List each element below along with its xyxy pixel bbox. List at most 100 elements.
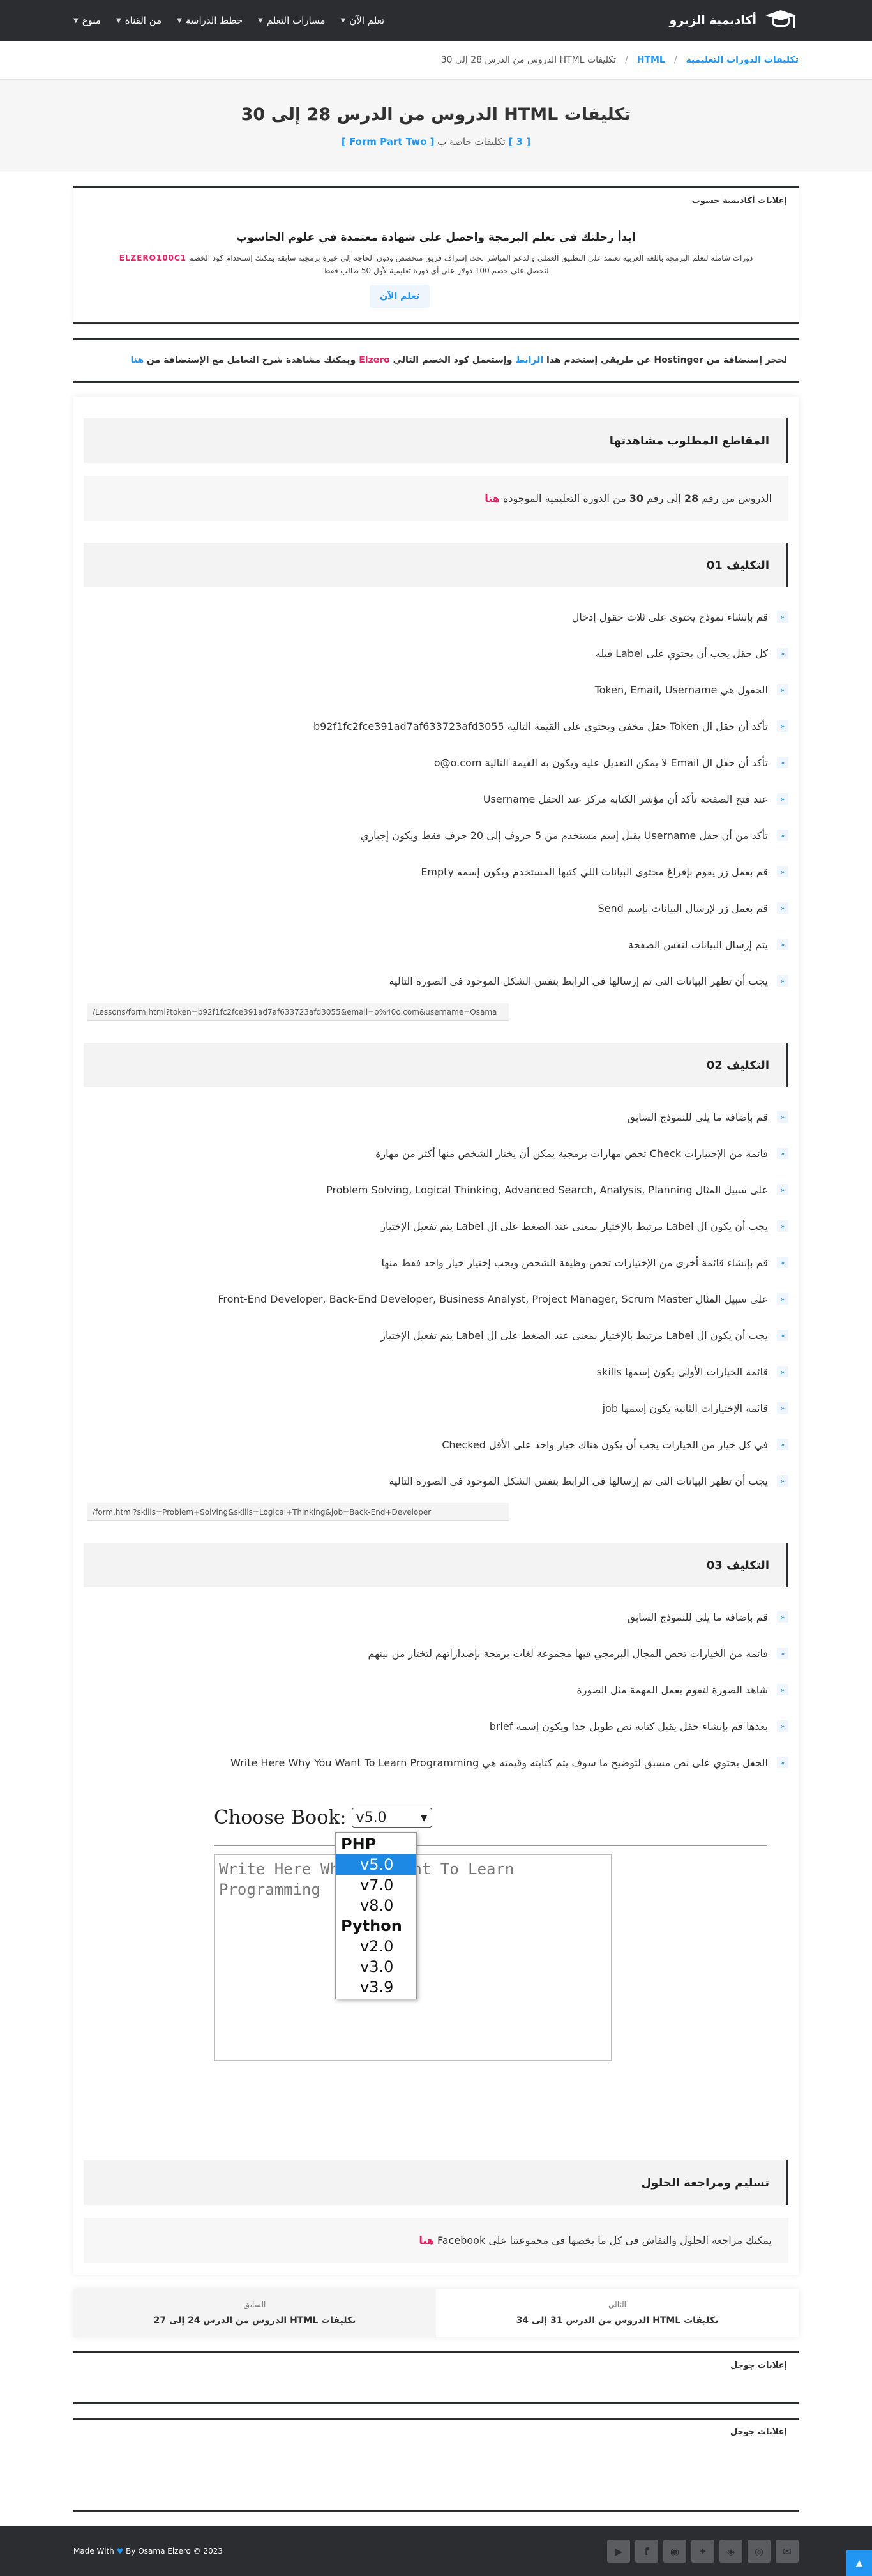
review-note: يمكنك مراجعة الحلول والنقاش في كل ما يخص… [84,2218,788,2263]
hosting-text-a: لحجز إستضافة من Hostinger عن طريقي إستخد… [543,355,787,365]
breadcrumb-separator: / [673,55,677,65]
double-chevron-icon: « [777,1184,788,1195]
note-text: الدروس من رقم [698,492,772,504]
nav-item-learn-now[interactable]: تعلم الآن ▼ [341,15,385,26]
scroll-to-top-button[interactable]: ▲ [846,2550,872,2576]
site-logo[interactable]: أكاديمية الزيرو [670,6,799,34]
item-text: كل حقل يجب أن يحتوي على Label قبله [595,647,768,660]
next-post-link[interactable]: التالي تكليفات HTML الدروس من الدرس 31 إ… [436,2289,799,2337]
codepen-icon[interactable]: ◈ [719,2540,742,2563]
item-text: قم بإنشاء نموذج يحتوى على ثلاث حقول إدخا… [571,610,768,623]
item-text: تأكد أن حقل ال Token حقل مخفي ويحتوي على… [313,720,768,732]
option: v3.0 [360,1958,394,1976]
item-text: قائمة الخيارات الأولى يكون إسمها skills [596,1365,768,1378]
assignment-count: [ 3 ] [508,135,531,148]
list-item: « قائمة من الإختيارات Check تخص مهارات بر… [84,1135,788,1172]
item-text: قم بإضافة ما يلي للنموذج السابق [627,1610,768,1623]
double-chevron-icon: « [777,648,788,659]
github-icon[interactable]: ◉ [663,2540,686,2563]
twitter-icon[interactable]: ✦ [691,2540,714,2563]
item-text: الحقل يحتوي على نص مسبق لتوضيح ما سوف يت… [230,1756,768,1769]
prev-title: تكليفات HTML الدروس من الدرس 24 إلى 27 [153,2315,356,2326]
double-chevron-icon: « [777,902,788,914]
choose-book-label: Choose Book: [214,1807,347,1829]
footer-credit: Made With ♥ By Osama Elzero © 2023 [73,2547,223,2556]
item-text: قائمة الإختيارات الثانية يكون إسمها job [602,1402,768,1414]
topic-tag[interactable]: [ Form Part Two ] [342,136,435,148]
nav-label: مسارات التعلم [266,15,326,26]
ad-label: إعلانات أكاديمية حسوب [691,196,787,206]
page-subtitle: [ 3 ] تكليفات خاصة ب [ Form Part Two ] [342,136,530,148]
hosting-notice: لحجز إستضافة من Hostinger عن طريقي إستخد… [73,338,799,383]
hosting-here-link[interactable]: هنا [130,355,144,365]
youtube-icon[interactable]: ▶ [607,2540,630,2563]
learn-now-button[interactable]: تعلم الآن [370,285,430,308]
breadcrumb-current: تكليفات HTML الدروس من الدرس 28 إلى 30 [440,55,616,65]
double-chevron-icon: « [777,1720,788,1732]
top-navbar: أكاديمية الزيرو تعلم الآن ▼ مسارات التعلم… [0,0,872,41]
list-item: « يجب أن يكون ال Label مرتبط بالإختيار بم… [84,1208,788,1245]
email-icon[interactable]: ✉ [776,2540,799,2563]
article-content: المقاطع المطلوب مشاهدتها الدروس من رقم 2… [73,397,799,2275]
section-title-task-1: التكليف 01 [84,543,788,587]
section-title-watch: المقاطع المطلوب مشاهدتها [84,418,788,463]
optgroup-label: Python [341,1917,402,1935]
nav-item-from-channel[interactable]: من القناة ▼ [116,15,162,26]
nav-label: من القناة [124,15,162,26]
facebook-icon[interactable]: f [635,2540,658,2563]
double-chevron-icon: « [777,939,788,950]
hosting-text-b: وإستعمل كود الخصم التالي [389,355,516,365]
chevron-down-icon: ▼ [340,17,346,24]
ad-desc-line2: لتحصل على خصم 100 دولار على أي دورة تعلي… [323,266,549,275]
double-chevron-icon: « [777,720,788,732]
double-chevron-icon: « [777,1611,788,1623]
double-chevron-icon: « [777,1293,788,1305]
list-item: « عند فتح الصفحة تأكد أن مؤشر الكتابة مرك… [84,781,788,817]
hosting-link[interactable]: الرابط [515,355,543,365]
list-item: « قائمة الخيارات الأولى يكون إسمها skills [84,1354,788,1390]
previous-post-link[interactable]: السابق تكليفات HTML الدروس من الدرس 24 إ… [73,2289,436,2337]
logo-text: أكاديمية الزيرو [669,13,756,27]
list-item: « قائمة الإختيارات الثانية يكون إسمها job [84,1390,788,1427]
item-text: على سبيل المثال Problem Solving, Logical… [326,1183,768,1196]
task-2-list: « قم بإضافة ما يلي للنموذج السابق « قائمة … [84,1099,788,1499]
list-item: « قم بإنشاء قائمة أخرى من الإختيارات تخص … [84,1245,788,1281]
credit-text: By Osama Elzero © 2023 [123,2547,223,2556]
breadcrumb-html[interactable]: HTML [637,55,665,65]
item-text: قم بعمل زر يقوم بإفراغ محتوى البيانات ال… [421,865,768,878]
list-item: « يجب أن تظهر البيانات التي تم إرسالها في… [84,963,788,999]
list-item: « شاهد الصورة لتقوم بعمل المهمة مثل الصور… [84,1672,788,1708]
facebook-group-link[interactable]: هنا [419,2234,434,2246]
double-chevron-icon: « [777,975,788,987]
task-1-list: « قم بإنشاء نموذج يحتوى على ثلاث حقول إدخ… [84,599,788,999]
nav-item-learning-paths[interactable]: مسارات التعلم ▼ [258,15,325,26]
nav-item-study-plans[interactable]: خطط الدراسة ▼ [177,15,243,26]
double-chevron-icon: « [777,1757,788,1768]
nav-label: تعلم الآن [349,15,385,26]
divider [214,1845,767,1846]
instagram-icon[interactable]: ◎ [748,2540,771,2563]
ad-description: دورات شاملة لتعلم البرمجة باللغة العربية… [85,252,787,277]
item-text: قائمة من الخيارات تخص المجال البرمجي فيه… [368,1647,768,1660]
main-nav: تعلم الآن ▼ مسارات التعلم ▼ خطط الدراسة ▼ م… [73,15,384,26]
list-item: « تأكد أن حقل ال Token حقل مخفي ويحتوي عل… [84,708,788,745]
next-title: تكليفات HTML الدروس من الدرس 31 إلى 34 [516,2315,719,2326]
item-text: عند فتح الصفحة تأكد أن مؤشر الكتابة مركز… [483,792,768,805]
google-ads-2: إعلانات جوجل [73,2418,799,2512]
ads-label: إعلانات جوجل [730,2427,787,2437]
page: أكاديمية الزيرو تعلم الآن ▼ مسارات التعلم… [0,0,872,2576]
section-title-task-2: التكليف 02 [84,1043,788,1087]
main-container: إعلانات أكاديمية حسوب ابدأ رحلتك في تعلم… [73,186,799,2512]
nav-item-misc[interactable]: منوع ▼ [73,15,101,26]
breadcrumb-assignments[interactable]: تكليفات الدورات التعليمية [686,55,799,65]
double-chevron-icon: « [777,1684,788,1695]
list-item: « على سبيل المثال Front-End Developer, Ba… [84,1281,788,1317]
double-chevron-icon: « [777,866,788,877]
course-here-link[interactable]: هنا [485,492,500,504]
list-item: « يجب أن تظهر البيانات التي تم إرسالها في… [84,1463,788,1499]
item-text: على سبيل المثال Front-End Developer, Bac… [218,1292,768,1305]
item-text: الحقول هي Token, Email, Username [594,683,768,696]
hosting-text-c: ويمكنك مشاهدة شرح التعامل مع الإستضافة م… [144,355,359,365]
breadcrumb: تكليفات الدورات التعليمية / HTML / تكليف… [0,41,872,80]
list-item: « على سبيل المثال Problem Solving, Logica… [84,1172,788,1208]
